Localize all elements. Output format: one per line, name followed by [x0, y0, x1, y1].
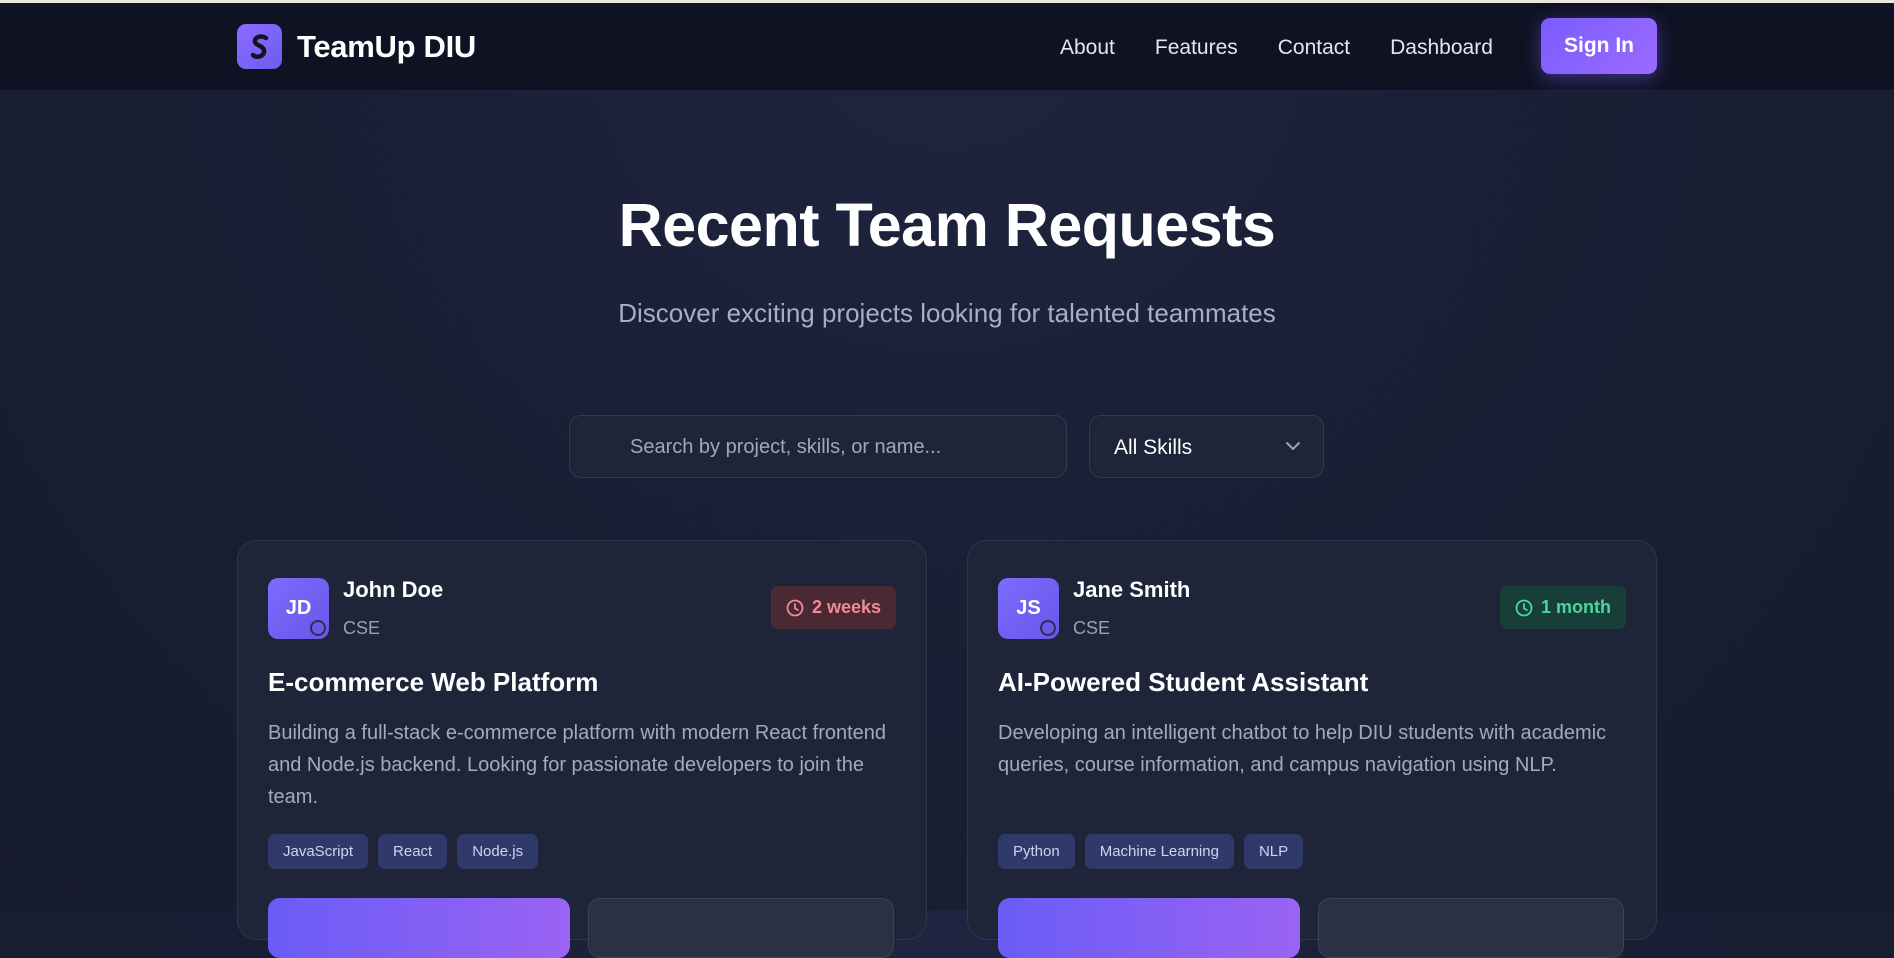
user-department: CSE	[1073, 618, 1111, 638]
duration-text: 2 weeks	[811, 597, 881, 617]
skill-tag: JavaScript	[268, 834, 369, 869]
view-details-button[interactable]	[588, 898, 894, 958]
chevron-down-icon	[1286, 442, 1300, 450]
project-description: Building a full-stack e-commerce platfor…	[268, 722, 887, 808]
page-subtitle: Discover exciting projects looking for t…	[618, 298, 1276, 328]
s-logo-icon	[237, 24, 282, 69]
team-request-card[interactable]: JS Jane Smith CSE 1 month AI-Powered Stu…	[967, 540, 1657, 958]
skill-tag: Machine Learning	[1084, 834, 1234, 869]
skill-tags: Python Machine Learning NLP	[998, 834, 1313, 869]
skill-tag: React	[378, 834, 448, 869]
clock-icon	[1515, 599, 1533, 616]
skills-select[interactable]: All Skills	[1089, 415, 1324, 478]
user-name: John Doe	[343, 577, 444, 602]
brand[interactable]: TeamUp DIU	[237, 24, 476, 69]
project-description: Developing an intelligent chatbot to hel…	[998, 722, 1607, 776]
project-title: E-commerce Web Platform	[268, 667, 599, 697]
online-status-dot	[1040, 620, 1056, 636]
nav-links: About Features Contact Dashboard	[1060, 36, 1533, 60]
nav-link-about[interactable]: About	[1060, 36, 1115, 60]
sign-in-button[interactable]: Sign In	[1541, 18, 1657, 74]
skill-tags: JavaScript React Node.js	[268, 834, 548, 869]
search-box	[569, 415, 1067, 479]
view-details-button[interactable]	[1318, 898, 1624, 958]
team-request-card[interactable]: JD John Doe CSE 2 weeks E-commerce Web P…	[237, 540, 927, 958]
clock-icon	[786, 599, 804, 616]
nav-link-contact[interactable]: Contact	[1278, 36, 1350, 60]
skill-tag: Node.js	[457, 834, 539, 869]
join-team-button[interactable]	[268, 898, 570, 958]
duration-text: 1 month	[1541, 597, 1611, 617]
skill-tag: Python	[998, 834, 1075, 869]
duration-badge: 2 weeks	[770, 586, 896, 629]
user-department: CSE	[343, 618, 381, 638]
skills-select-value: All Skills	[1114, 436, 1193, 459]
nav-link-features[interactable]: Features	[1155, 36, 1238, 60]
skill-tag: NLP	[1243, 834, 1304, 869]
online-status-dot	[310, 620, 326, 636]
user-name: Jane Smith	[1073, 577, 1191, 602]
nav-link-dashboard[interactable]: Dashboard	[1390, 36, 1493, 60]
navbar: TeamUp DIU About Features Contact Dashbo…	[0, 3, 1894, 91]
brand-name: TeamUp DIU	[297, 28, 477, 64]
duration-badge: 1 month	[1500, 586, 1626, 629]
page-title: Recent Team Requests	[618, 191, 1276, 259]
project-title: AI-Powered Student Assistant	[998, 667, 1369, 697]
join-team-button[interactable]	[998, 898, 1300, 958]
search-input[interactable]	[628, 416, 1052, 479]
